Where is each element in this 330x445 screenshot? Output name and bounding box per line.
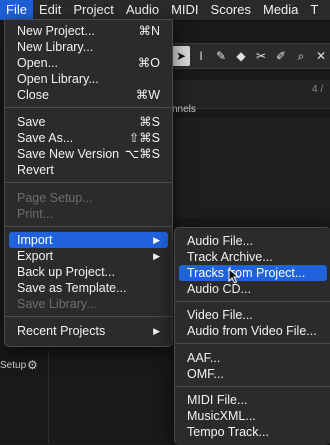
menu-separator bbox=[175, 301, 330, 302]
menubar-midi[interactable]: MIDI bbox=[165, 0, 204, 20]
menu-item-back-up-project[interactable]: Back up Project... bbox=[9, 264, 168, 280]
mouse-cursor-icon bbox=[228, 268, 240, 284]
menu-item-omf[interactable]: OMF... bbox=[179, 366, 327, 382]
menu-item-print: Print... bbox=[17, 207, 54, 221]
menubar-media[interactable]: Media bbox=[257, 0, 304, 20]
mute-tool-icon[interactable]: ✕ bbox=[312, 46, 330, 66]
menu-item-page-setup: Page Setup... bbox=[17, 191, 93, 205]
menubar-audio[interactable]: Audio bbox=[120, 0, 165, 20]
menu-item-tempo-track[interactable]: Tempo Track... bbox=[179, 424, 327, 440]
menu-item-save-as-template[interactable]: Save as Template... bbox=[9, 280, 168, 296]
menubar-truncated[interactable]: T bbox=[304, 0, 324, 20]
menu-item-new-library[interactable]: New Library... bbox=[9, 39, 168, 55]
submenu-arrow-icon: ▶ bbox=[153, 326, 160, 336]
menu-item-aaf[interactable]: AAF... bbox=[179, 350, 327, 366]
menubar-edit[interactable]: Edit bbox=[33, 0, 67, 20]
menu-item-track-archive[interactable]: Track Archive... bbox=[179, 249, 327, 265]
file-menu: New Project... ⌘N New Library... Open...… bbox=[4, 19, 173, 347]
tool-bar: ➤ I ✎ ◆ ✂ ✐ ⌕ ✕ bbox=[170, 43, 330, 69]
menubar-scores[interactable]: Scores bbox=[205, 0, 257, 20]
menu-item-save[interactable]: Save ⌘S bbox=[9, 114, 168, 130]
range-tool-icon[interactable]: I bbox=[192, 46, 210, 66]
menu-item-video-file[interactable]: Video File... bbox=[179, 307, 327, 323]
menu-item-new-project[interactable]: New Project... ⌘N bbox=[9, 23, 168, 39]
channels-label: nnels bbox=[172, 104, 196, 115]
pointer-tool-icon[interactable]: ➤ bbox=[172, 46, 190, 66]
menu-separator bbox=[5, 316, 172, 317]
submenu-arrow-icon: ▶ bbox=[153, 251, 160, 261]
glue-tool-icon[interactable]: ✐ bbox=[272, 46, 290, 66]
divider bbox=[48, 350, 49, 444]
menu-separator bbox=[5, 182, 172, 183]
menu-separator bbox=[5, 226, 172, 227]
gear-icon[interactable]: ⚙ bbox=[27, 358, 38, 372]
menu-item-audio-from-video-file[interactable]: Audio from Video File... bbox=[179, 323, 327, 339]
menu-separator bbox=[5, 107, 172, 108]
draw-tool-icon[interactable]: ✎ bbox=[212, 46, 230, 66]
zoom-tool-icon[interactable]: ⌕ bbox=[292, 46, 310, 66]
menu-item-midi-file[interactable]: MIDI File... bbox=[179, 392, 327, 408]
page-indicator: 4 / bbox=[312, 84, 324, 95]
erase-tool-icon[interactable]: ◆ bbox=[232, 46, 250, 66]
menu-item-open[interactable]: Open... ⌘O bbox=[9, 55, 168, 71]
menu-item-save-library: Save Library... bbox=[17, 297, 97, 311]
menu-item-tracks-from-project[interactable]: Tracks from Project... bbox=[179, 265, 327, 281]
setup-label: Setup bbox=[0, 360, 27, 371]
menu-item-import[interactable]: Import ▶ bbox=[9, 232, 168, 248]
menu-item-export[interactable]: Export ▶ bbox=[9, 248, 168, 264]
menu-separator bbox=[175, 386, 330, 387]
menu-item-revert[interactable]: Revert bbox=[9, 162, 168, 178]
menu-item-close[interactable]: Close ⌘W bbox=[9, 87, 168, 103]
menubar-file[interactable]: File bbox=[0, 0, 33, 20]
menu-item-musicxml[interactable]: MusicXML... bbox=[179, 408, 327, 424]
track-area bbox=[160, 118, 330, 218]
menu-bar: File Edit Project Audio MIDI Scores Medi… bbox=[0, 0, 330, 21]
menu-separator bbox=[175, 343, 330, 344]
submenu-arrow-icon: ▶ bbox=[153, 235, 160, 245]
menu-item-audio-cd[interactable]: Audio CD... bbox=[179, 281, 327, 297]
import-submenu: Audio File... Track Archive... Tracks fr… bbox=[174, 227, 330, 445]
menu-item-save-as[interactable]: Save As... ⇧⌘S bbox=[9, 130, 168, 146]
menu-item-audio-file[interactable]: Audio File... bbox=[179, 233, 327, 249]
menu-item-recent-projects[interactable]: Recent Projects ▶ bbox=[9, 323, 168, 339]
menu-item-save-new-version[interactable]: Save New Version ⌥⌘S bbox=[9, 146, 168, 162]
split-tool-icon[interactable]: ✂ bbox=[252, 46, 270, 66]
menubar-project[interactable]: Project bbox=[67, 0, 119, 20]
menu-item-open-library[interactable]: Open Library... bbox=[9, 71, 168, 87]
